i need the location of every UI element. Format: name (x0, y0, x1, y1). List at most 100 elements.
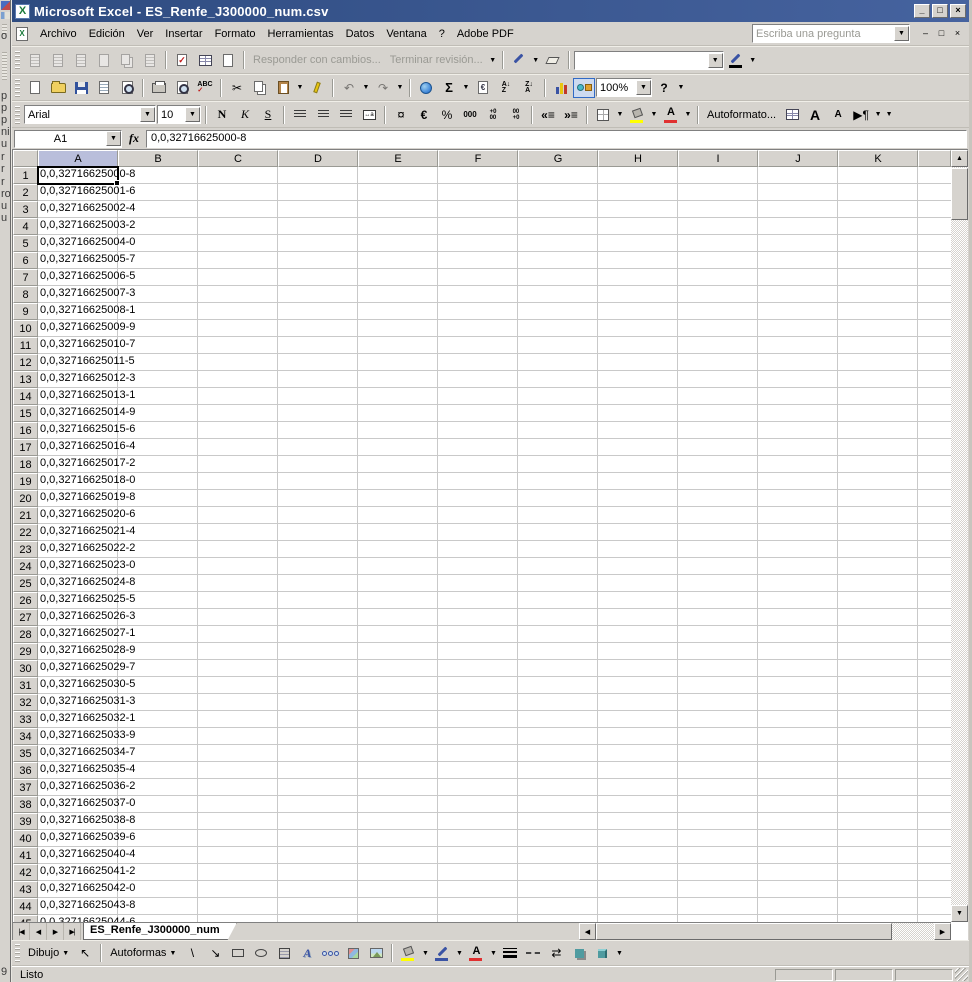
underline-button[interactable]: S (257, 105, 279, 125)
next-comment-button[interactable] (70, 50, 92, 70)
sheet-tab-active[interactable]: ES_Renfe_J300000_num (83, 923, 237, 940)
minimize-button[interactable]: _ (914, 4, 930, 18)
column-header-F[interactable]: F (438, 150, 518, 167)
dibujo-menu-button[interactable]: Dibujo ▼ (24, 943, 73, 963)
vertical-scrollbar[interactable]: ▲ ▼ (951, 150, 968, 922)
row-cells[interactable]: 0,0,32716625019-8 (38, 490, 951, 507)
row-cells[interactable]: 0,0,32716625029-7 (38, 660, 951, 677)
autoformat-button[interactable]: Autoformato... (703, 105, 780, 125)
format-painter-button[interactable] (306, 78, 328, 98)
3d-style-button[interactable] (591, 943, 613, 963)
toolbar-options-button[interactable]: ▼ (614, 943, 624, 963)
decrease-indent-button[interactable]: «≡ (537, 105, 559, 125)
column-header-E[interactable]: E (358, 150, 438, 167)
row-cells[interactable]: 0,0,32716625038-8 (38, 813, 951, 830)
name-box[interactable]: A1 ▼ (14, 129, 122, 148)
row-header-4[interactable]: 4 (13, 218, 38, 235)
column-header-I[interactable]: I (678, 150, 758, 167)
row-cells[interactable]: 0,0,32716625012-3 (38, 371, 951, 388)
formula-input[interactable]: 0,0,32716625000-8 (146, 129, 967, 148)
fill-color-dropdown[interactable]: ▼ (649, 105, 659, 125)
row-cells[interactable]: 0,0,32716625033-9 (38, 728, 951, 745)
row-header-9[interactable]: 9 (13, 303, 38, 320)
row-header-23[interactable]: 23 (13, 541, 38, 558)
row-header-22[interactable]: 22 (13, 524, 38, 541)
row-header-21[interactable]: 21 (13, 507, 38, 524)
row-cells[interactable]: 0,0,32716625024-8 (38, 575, 951, 592)
row-cells[interactable]: 0,0,32716625006-5 (38, 269, 951, 286)
select-objects-button[interactable]: ↖ (74, 943, 96, 963)
row-header-3[interactable]: 3 (13, 201, 38, 218)
row-header-7[interactable]: 7 (13, 269, 38, 286)
previous-sheet-button[interactable]: ◀ (30, 923, 47, 940)
align-center-button[interactable] (312, 105, 334, 125)
sort-descending-button[interactable]: Z↓ A (518, 78, 540, 98)
rectangle-button[interactable] (227, 943, 249, 963)
update-file-button[interactable] (194, 50, 216, 70)
arrow-button[interactable]: ↘ (204, 943, 226, 963)
comma-style-button[interactable]: 000 (459, 105, 481, 125)
column-header-J[interactable]: J (758, 150, 838, 167)
menu-item-ayuda[interactable]: ? (433, 26, 451, 42)
text-direction-dropdown[interactable]: ▼ (873, 105, 883, 125)
clip-art-button[interactable] (342, 943, 364, 963)
horizontal-scrollbar[interactable]: ◀ ▶ (579, 923, 951, 940)
toolbar-grip[interactable] (15, 105, 20, 124)
row-cells[interactable]: 0,0,32716625025-5 (38, 592, 951, 609)
menu-item-edicion[interactable]: Edición (83, 26, 131, 42)
row-cells[interactable]: 0,0,32716625014-9 (38, 405, 951, 422)
cut-button[interactable]: ✂ (226, 78, 248, 98)
column-header-A[interactable]: A (38, 150, 118, 167)
help-button[interactable]: ? (653, 78, 675, 98)
borders-button[interactable] (592, 105, 614, 125)
row-header-5[interactable]: 5 (13, 235, 38, 252)
row-header-32[interactable]: 32 (13, 694, 38, 711)
ink-annotation-dropdown[interactable]: ▼ (531, 50, 541, 70)
drawing-button[interactable] (573, 77, 595, 98)
row-header-16[interactable]: 16 (13, 422, 38, 439)
row-header-18[interactable]: 18 (13, 456, 38, 473)
row-cells[interactable]: 0,0,32716625028-9 (38, 643, 951, 660)
row-cells[interactable]: 0,0,32716625010-7 (38, 337, 951, 354)
row-header-43[interactable]: 43 (13, 881, 38, 898)
row-header-33[interactable]: 33 (13, 711, 38, 728)
last-sheet-button[interactable]: ▶| (64, 923, 81, 940)
insert-picture-button[interactable] (365, 943, 387, 963)
dash-style-button[interactable] (522, 943, 544, 963)
print-button[interactable] (148, 78, 170, 98)
row-cells[interactable]: 0,0,32716625018-0 (38, 473, 951, 490)
row-header-19[interactable]: 19 (13, 473, 38, 490)
row-cells[interactable]: 0,0,32716625036-2 (38, 779, 951, 796)
mail-button[interactable] (93, 78, 115, 98)
ask-question-input[interactable] (753, 27, 894, 40)
end-review-button[interactable]: Terminar revisión... (386, 50, 487, 70)
row-header-24[interactable]: 24 (13, 558, 38, 575)
delete-comment-button[interactable] (139, 50, 161, 70)
borders-dropdown[interactable]: ▼ (615, 105, 625, 125)
doc-close-button[interactable]: × (950, 27, 965, 41)
row-header-38[interactable]: 38 (13, 796, 38, 813)
autosum-button[interactable]: Σ (438, 78, 460, 98)
search-button[interactable] (116, 78, 138, 98)
column-header-K[interactable]: K (838, 150, 918, 167)
align-right-button[interactable] (335, 105, 357, 125)
zoom-combo[interactable]: 100% ▼ (596, 78, 652, 97)
menu-item-ver[interactable]: Ver (131, 26, 160, 42)
line-button[interactable]: \ (181, 943, 203, 963)
eraser-button[interactable] (542, 50, 564, 70)
format-cells-button[interactable] (781, 105, 803, 125)
row-cells[interactable]: 0,0,32716625020-6 (38, 507, 951, 524)
undo-button[interactable]: ↶ (338, 78, 360, 98)
row-header-20[interactable]: 20 (13, 490, 38, 507)
line-color-dropdown[interactable]: ▼ (454, 943, 464, 963)
row-cells[interactable]: 0,0,32716625016-4 (38, 439, 951, 456)
doc-minimize-button[interactable]: – (918, 27, 933, 41)
toolbar-options-button[interactable]: ▼ (488, 50, 498, 70)
row-header-41[interactable]: 41 (13, 847, 38, 864)
redo-dropdown[interactable]: ▼ (395, 78, 405, 98)
row-cells[interactable]: 0,0,32716625042-0 (38, 881, 951, 898)
row-header-37[interactable]: 37 (13, 779, 38, 796)
row-header-35[interactable]: 35 (13, 745, 38, 762)
menu-item-datos[interactable]: Datos (340, 26, 381, 42)
insert-hyperlink-button[interactable] (415, 78, 437, 98)
